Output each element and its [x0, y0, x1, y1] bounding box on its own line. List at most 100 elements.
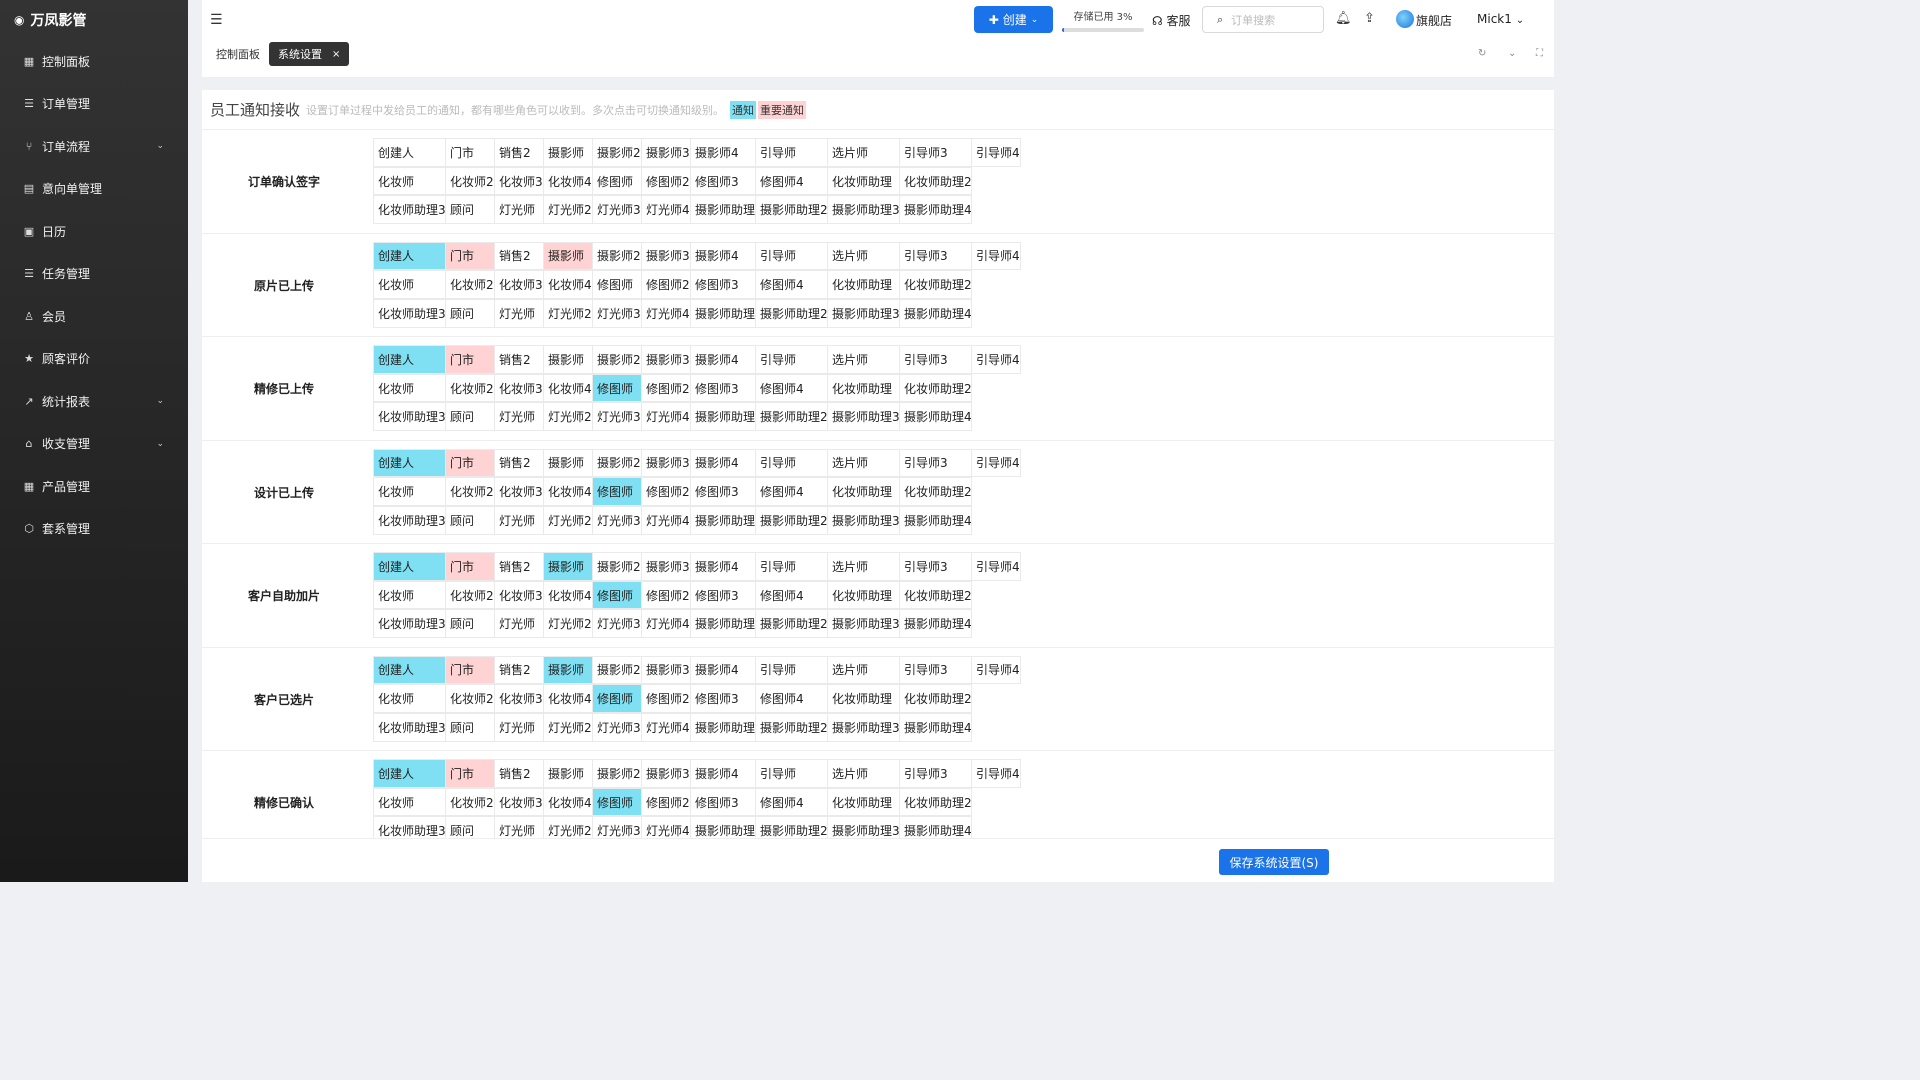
role-toggle[interactable]: 灯光师2 — [543, 505, 593, 535]
role-toggle[interactable]: 化妆师2 — [445, 477, 495, 506]
role-toggle[interactable]: 摄影师助理2 — [755, 298, 828, 328]
role-toggle[interactable]: 灯光师3 — [592, 712, 642, 742]
role-toggle[interactable]: 摄影师2 — [592, 241, 642, 271]
role-toggle[interactable]: 摄影师4 — [690, 759, 756, 788]
role-toggle[interactable]: 灯光师3 — [592, 609, 642, 639]
create-button[interactable]: ✚ 创建 ⌄ — [974, 6, 1053, 33]
role-toggle[interactable]: 摄影师助理4 — [899, 195, 972, 225]
role-toggle[interactable]: 摄影师助理2 — [755, 609, 828, 639]
role-toggle[interactable]: 化妆师2 — [445, 684, 495, 713]
role-toggle[interactable]: 化妆师3 — [494, 477, 544, 506]
role-toggle[interactable]: 修图师 — [592, 373, 642, 403]
store-name[interactable]: 旗舰店 — [1416, 12, 1452, 29]
role-toggle[interactable]: 化妆师助理3 — [373, 298, 446, 328]
role-toggle[interactable]: 摄影师助理3 — [827, 712, 900, 742]
role-toggle[interactable]: 化妆师3 — [494, 684, 544, 713]
sidebar-item[interactable]: ♙ 会员 — [0, 295, 188, 338]
refresh-icon[interactable]: ↻ — [1478, 48, 1486, 59]
role-toggle[interactable]: 引导师3 — [899, 241, 972, 271]
sidebar-item[interactable]: ▤ 意向单管理 — [0, 168, 188, 211]
role-toggle[interactable]: 化妆师助理 — [827, 684, 900, 713]
role-toggle[interactable]: 摄影师助理 — [690, 195, 756, 225]
role-toggle[interactable]: 创建人 — [373, 655, 446, 685]
role-toggle[interactable]: 创建人 — [373, 241, 446, 271]
role-toggle[interactable]: 摄影师助理 — [690, 816, 756, 838]
role-toggle[interactable]: 摄影师3 — [641, 759, 691, 788]
role-toggle[interactable]: 修图师4 — [755, 373, 828, 403]
role-toggle[interactable]: 灯光师3 — [592, 298, 642, 328]
role-toggle[interactable]: 灯光师2 — [543, 609, 593, 639]
tab-system-settings[interactable]: 系统设置 × — [269, 42, 350, 66]
role-toggle[interactable]: 化妆师助理 — [827, 477, 900, 506]
role-toggle[interactable]: 创建人 — [373, 552, 446, 581]
role-toggle[interactable]: 引导师3 — [899, 138, 972, 167]
role-toggle[interactable]: 化妆师2 — [445, 580, 495, 610]
role-toggle[interactable]: 化妆师助理 — [827, 166, 900, 196]
role-toggle[interactable]: 摄影师4 — [690, 655, 756, 685]
role-toggle[interactable]: 选片师 — [827, 241, 900, 271]
sidebar-item[interactable]: ★ 顾客评价 — [0, 338, 188, 381]
role-toggle[interactable]: 摄影师4 — [690, 552, 756, 581]
role-toggle[interactable]: 灯光师3 — [592, 402, 642, 432]
role-toggle[interactable]: 灯光师3 — [592, 195, 642, 225]
role-toggle[interactable]: 摄影师助理2 — [755, 402, 828, 432]
role-toggle[interactable]: 摄影师 — [543, 655, 593, 685]
role-toggle[interactable]: 灯光师3 — [592, 505, 642, 535]
fullscreen-icon[interactable]: ⛶ — [1536, 48, 1543, 59]
role-toggle[interactable]: 引导师4 — [971, 655, 1021, 685]
role-toggle[interactable]: 化妆师助理3 — [373, 712, 446, 742]
role-toggle[interactable]: 修图师4 — [755, 684, 828, 713]
role-toggle[interactable]: 门市 — [445, 759, 495, 788]
role-toggle[interactable]: 摄影师2 — [592, 345, 642, 374]
role-toggle[interactable]: 摄影师3 — [641, 448, 691, 478]
role-toggle[interactable]: 灯光师2 — [543, 402, 593, 432]
sidebar-item[interactable]: ▦ 产品管理 — [0, 465, 188, 508]
role-toggle[interactable]: 摄影师助理 — [690, 402, 756, 432]
role-toggle[interactable]: 化妆师助理2 — [899, 166, 972, 196]
upload-icon[interactable]: ⇪ — [1364, 11, 1375, 26]
role-toggle[interactable]: 引导师 — [755, 448, 828, 478]
role-toggle[interactable]: 灯光师4 — [641, 712, 691, 742]
sidebar-item[interactable]: ▣ 日历 — [0, 210, 188, 253]
role-toggle[interactable]: 选片师 — [827, 759, 900, 788]
role-toggle[interactable]: 销售2 — [494, 552, 544, 581]
role-toggle[interactable]: 灯光师 — [494, 195, 544, 225]
role-toggle[interactable]: 化妆师4 — [543, 787, 593, 817]
role-toggle[interactable]: 灯光师 — [494, 816, 544, 838]
role-toggle[interactable]: 摄影师2 — [592, 759, 642, 788]
role-toggle[interactable]: 摄影师3 — [641, 138, 691, 167]
role-toggle[interactable]: 引导师4 — [971, 552, 1021, 581]
role-toggle[interactable]: 化妆师4 — [543, 373, 593, 403]
role-toggle[interactable]: 摄影师4 — [690, 138, 756, 167]
order-search-input[interactable]: ⌕ 订单搜索 — [1202, 6, 1324, 33]
role-toggle[interactable]: 化妆师助理 — [827, 580, 900, 610]
role-toggle[interactable]: 修图师 — [592, 684, 642, 713]
role-toggle[interactable]: 门市 — [445, 655, 495, 685]
role-toggle[interactable]: 摄影师助理4 — [899, 402, 972, 432]
role-toggle[interactable]: 修图师4 — [755, 580, 828, 610]
role-toggle[interactable]: 引导师 — [755, 138, 828, 167]
role-toggle[interactable]: 化妆师助理3 — [373, 195, 446, 225]
role-toggle[interactable]: 摄影师3 — [641, 655, 691, 685]
role-toggle[interactable]: 引导师 — [755, 345, 828, 374]
role-toggle[interactable]: 修图师3 — [690, 166, 756, 196]
role-toggle[interactable]: 化妆师 — [373, 270, 446, 299]
role-toggle[interactable]: 摄影师助理4 — [899, 298, 972, 328]
role-toggle[interactable]: 门市 — [445, 345, 495, 374]
role-toggle[interactable]: 化妆师2 — [445, 166, 495, 196]
role-toggle[interactable]: 选片师 — [827, 448, 900, 478]
sidebar-item[interactable]: ⑂ 订单流程 ⌄ — [0, 125, 188, 168]
role-toggle[interactable]: 化妆师助理3 — [373, 816, 446, 838]
chevron-down-icon[interactable]: ⌄ — [1508, 48, 1516, 59]
role-toggle[interactable]: 门市 — [445, 448, 495, 478]
role-toggle[interactable]: 灯光师2 — [543, 298, 593, 328]
role-toggle[interactable]: 创建人 — [373, 345, 446, 374]
role-toggle[interactable]: 摄影师助理2 — [755, 816, 828, 838]
role-toggle[interactable]: 修图师 — [592, 270, 642, 299]
sidebar-item[interactable]: ⬡ 套系管理 — [0, 508, 188, 551]
save-settings-button[interactable]: 保存系统设置(S) — [1219, 849, 1329, 875]
role-toggle[interactable]: 修图师 — [592, 166, 642, 196]
role-toggle[interactable]: 修图师3 — [690, 270, 756, 299]
role-toggle[interactable]: 摄影师助理2 — [755, 505, 828, 535]
role-toggle[interactable]: 化妆师2 — [445, 270, 495, 299]
